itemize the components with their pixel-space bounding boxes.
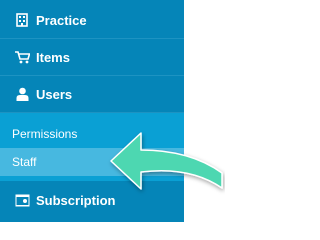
user-icon — [14, 86, 30, 102]
sidebar-item-label: Items — [36, 49, 70, 65]
sidebar-item-items[interactable]: Items — [0, 39, 184, 76]
sidebar-item-practice[interactable]: Practice — [0, 2, 184, 39]
sidebar-item-label: Subscription — [36, 193, 116, 208]
sidebar-item-label: Users — [36, 86, 73, 102]
submenu-item-staff[interactable]: Staff — [0, 148, 184, 176]
sidebar: Practice Items Users Permissions Staff S… — [0, 0, 184, 222]
building-icon — [14, 12, 30, 28]
submenu-item-label: Staff — [12, 155, 37, 169]
submenu-item-permissions[interactable]: Permissions — [0, 120, 184, 148]
users-submenu: Permissions Staff — [0, 113, 184, 181]
submenu-item-label: Permissions — [12, 127, 78, 141]
sidebar-item-users[interactable]: Users — [0, 76, 184, 113]
billing-icon — [14, 193, 30, 209]
cart-icon — [14, 49, 30, 65]
sidebar-item-subscription[interactable]: Subscription — [0, 182, 184, 219]
sidebar-item-label: Practice — [36, 12, 87, 28]
